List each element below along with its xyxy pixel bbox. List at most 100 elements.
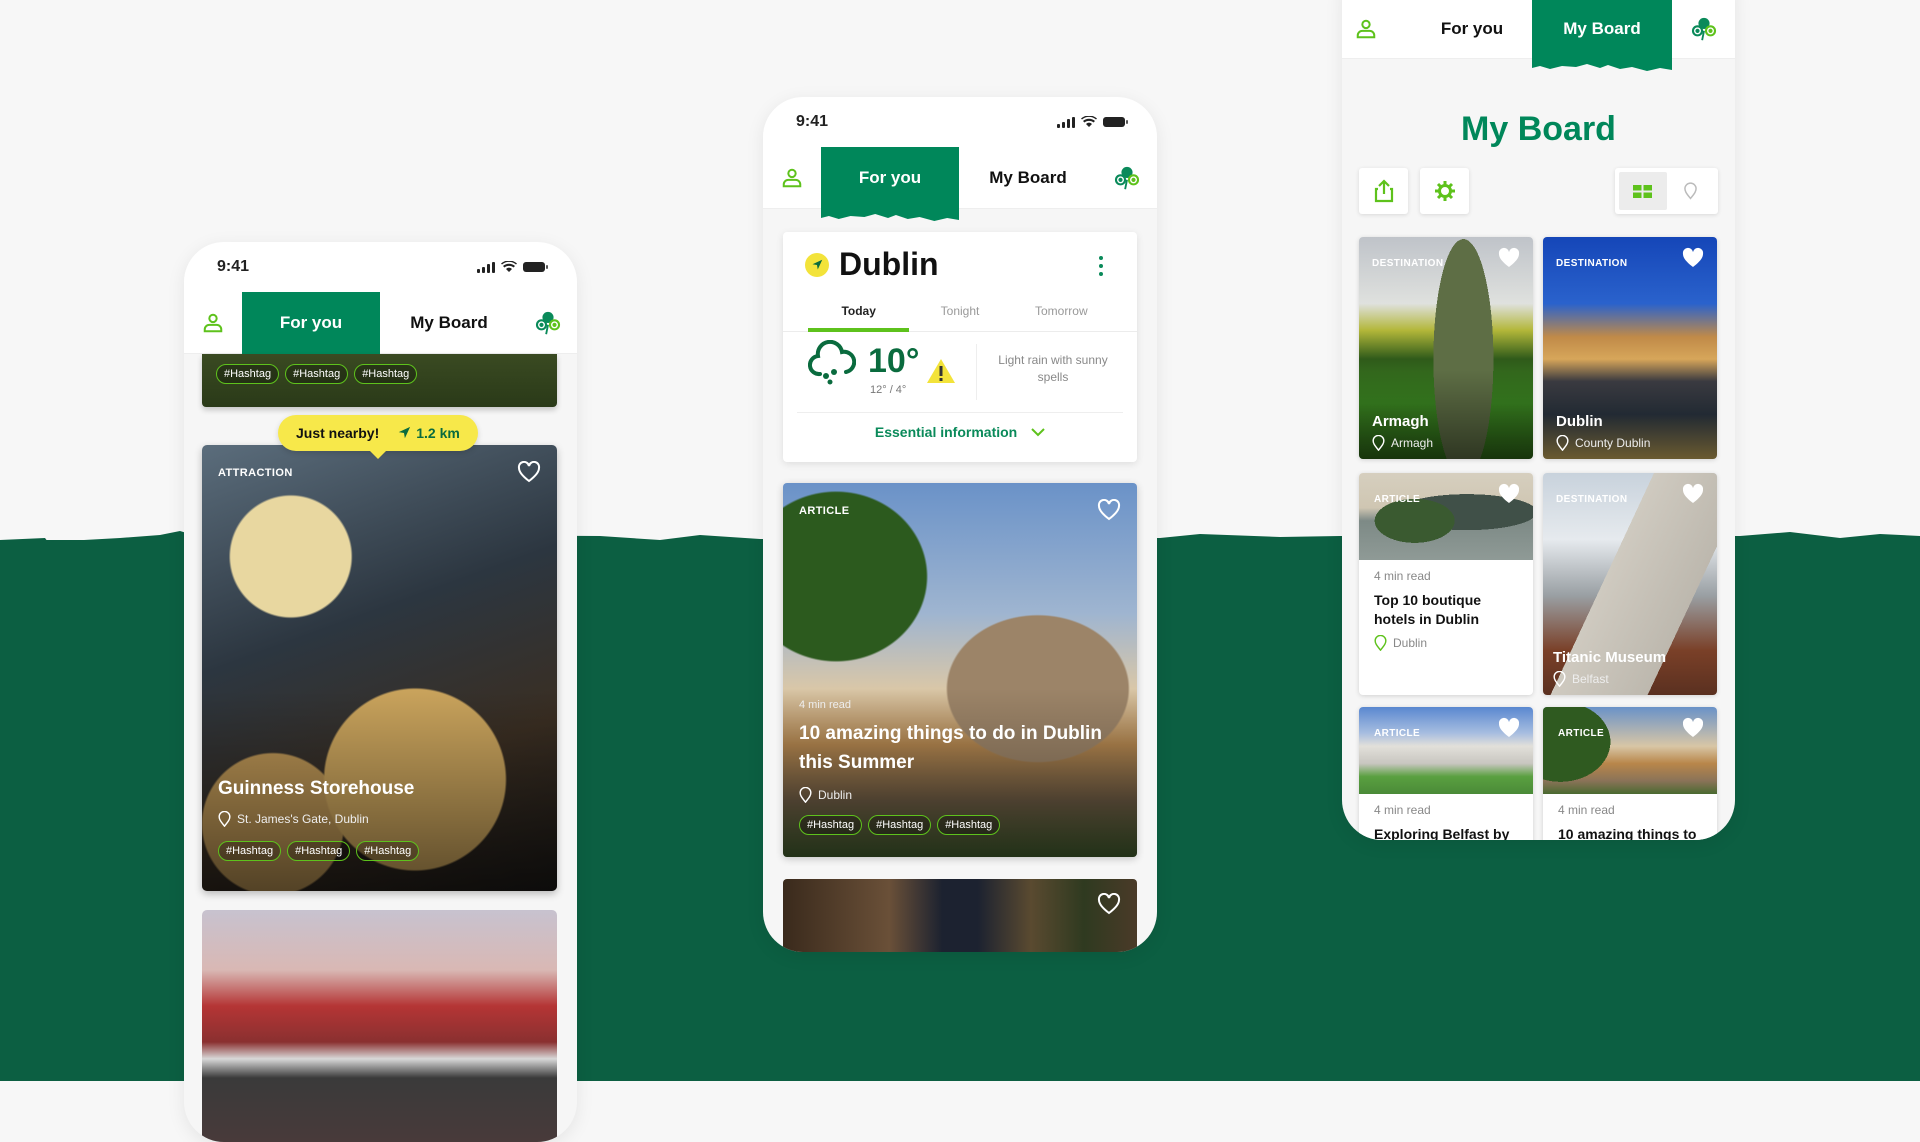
profile-button[interactable] bbox=[184, 312, 242, 334]
next-card-bridge-image[interactable] bbox=[202, 910, 557, 1142]
shamrock-icon bbox=[535, 310, 561, 336]
shamrock-icon bbox=[1114, 165, 1140, 191]
card-location: County Dublin bbox=[1575, 436, 1651, 450]
weather-tab-tomorrow[interactable]: Tomorrow bbox=[1011, 296, 1112, 331]
article-card[interactable]: ARTICLE 4 min read 10 amazing things to … bbox=[783, 483, 1137, 857]
card-location: Belfast bbox=[1572, 672, 1609, 686]
essential-information-toggle[interactable]: Essential information bbox=[783, 424, 1137, 440]
warning-icon[interactable] bbox=[926, 358, 956, 384]
attraction-card[interactable]: ATTRACTION Guinness Storehouse St. James… bbox=[202, 445, 557, 891]
share-button[interactable] bbox=[1359, 168, 1408, 214]
status-bar: 9:41 bbox=[184, 242, 577, 292]
heart-filled-icon[interactable] bbox=[1681, 717, 1705, 739]
board-card[interactable]: DESTINATION Titanic Museum Belfast bbox=[1543, 473, 1717, 695]
heart-filled-icon[interactable] bbox=[1497, 717, 1521, 739]
nearby-distance: 1.2 km bbox=[416, 425, 460, 441]
card-title: 10 amazing things to bbox=[1558, 826, 1697, 840]
shamrock-button[interactable] bbox=[1097, 165, 1157, 191]
tab-my-board[interactable]: My Board bbox=[959, 147, 1097, 208]
card-category: DESTINATION bbox=[1556, 258, 1628, 269]
location-pin-icon bbox=[218, 811, 231, 827]
status-bar: 9:41 bbox=[763, 97, 1157, 147]
card-read-time: 4 min read bbox=[1374, 569, 1431, 583]
heart-filled-icon[interactable] bbox=[1497, 247, 1521, 269]
next-card-forest-image[interactable] bbox=[783, 879, 1137, 952]
wifi-icon bbox=[501, 261, 517, 272]
tab-my-board[interactable]: My Board bbox=[1532, 0, 1672, 58]
settings-button[interactable] bbox=[1420, 168, 1469, 214]
board-card[interactable]: DESTINATION Armagh Armagh bbox=[1359, 237, 1533, 459]
location-pin-icon bbox=[1372, 435, 1385, 451]
card-category: ARTICLE bbox=[1558, 728, 1605, 739]
hashtag-chip[interactable]: #Hashtag bbox=[287, 841, 351, 861]
profile-button[interactable] bbox=[763, 167, 821, 189]
previous-card-peek[interactable]: #Hashtag #Hashtag #Hashtag bbox=[202, 354, 557, 407]
location-pin-icon bbox=[799, 787, 812, 803]
tab-for-you[interactable]: For you bbox=[821, 147, 959, 208]
view-toggle bbox=[1615, 168, 1718, 214]
temperature-range: 12° / 4° bbox=[870, 384, 907, 396]
hashtag-chip[interactable]: #Hashtag bbox=[799, 815, 863, 835]
shamrock-button[interactable] bbox=[518, 310, 577, 336]
card-category: DESTINATION bbox=[1556, 494, 1628, 505]
torn-edge bbox=[1532, 56, 1672, 72]
card-location: Dublin bbox=[1393, 636, 1428, 650]
board-card[interactable]: ARTICLE 4 min read Exploring Belfast by bbox=[1359, 707, 1533, 840]
tab-my-board[interactable]: My Board bbox=[380, 292, 518, 353]
tab-for-you[interactable]: For you bbox=[1412, 0, 1532, 58]
rain-cloud-icon bbox=[808, 339, 857, 385]
wifi-icon bbox=[1081, 116, 1097, 127]
share-icon bbox=[1374, 179, 1393, 203]
map-view-button[interactable] bbox=[1667, 172, 1715, 210]
battery-icon bbox=[1103, 117, 1128, 127]
location-pin-icon bbox=[1374, 635, 1387, 651]
tab-for-you[interactable]: For you bbox=[242, 292, 380, 353]
heart-outline-icon[interactable] bbox=[1097, 499, 1121, 521]
nearby-label: Just nearby! bbox=[296, 425, 380, 441]
heart-filled-icon[interactable] bbox=[1497, 483, 1521, 505]
heart-outline-icon[interactable] bbox=[1097, 893, 1121, 915]
status-time: 9:41 bbox=[217, 258, 250, 275]
weather-tab-today[interactable]: Today bbox=[808, 296, 910, 332]
signal-icon bbox=[477, 261, 495, 273]
shamrock-button[interactable] bbox=[1672, 16, 1735, 42]
heart-filled-icon[interactable] bbox=[1681, 247, 1705, 269]
more-options-icon[interactable] bbox=[1099, 256, 1103, 276]
hashtag-chip[interactable]: #Hashtag bbox=[356, 841, 420, 861]
phone-for-you-nearby: 9:41 For you My Board #Hashtag #Hashtag #H… bbox=[184, 242, 577, 1142]
hashtag-chip[interactable]: #Hashtag bbox=[216, 364, 280, 384]
battery-icon bbox=[523, 262, 548, 272]
hashtag-chip[interactable]: #Hashtag bbox=[937, 815, 1001, 835]
weather-tab-tonight[interactable]: Tonight bbox=[909, 296, 1010, 331]
hashtag-chip[interactable]: #Hashtag bbox=[218, 841, 282, 861]
hashtag-chip[interactable]: #Hashtag bbox=[285, 364, 349, 384]
card-read-time: 4 min read bbox=[1374, 803, 1431, 817]
heart-outline-icon[interactable] bbox=[517, 461, 541, 483]
board-card[interactable]: DESTINATION Dublin County Dublin bbox=[1543, 237, 1717, 459]
card-title: Dublin bbox=[1556, 413, 1603, 430]
card-category: ARTICLE bbox=[1374, 494, 1421, 505]
weather-tabs: Today Tonight Tomorrow bbox=[783, 296, 1137, 332]
card-category: ARTICLE bbox=[1374, 728, 1421, 739]
heart-filled-icon[interactable] bbox=[1681, 483, 1705, 505]
card-read-time: 4 min read bbox=[1558, 803, 1615, 817]
board-card[interactable]: ARTICLE 4 min read Top 10 boutique hotel… bbox=[1359, 473, 1533, 695]
signal-icon bbox=[1057, 116, 1075, 128]
weather-description: Light rain with sunny spells bbox=[998, 353, 1108, 384]
board-card[interactable]: ARTICLE 4 min read 10 amazing things to bbox=[1543, 707, 1717, 840]
shamrock-icon bbox=[1691, 16, 1717, 42]
card-category: DESTINATION bbox=[1372, 258, 1444, 269]
card-title: 10 amazing things to do in Dublin this S… bbox=[799, 723, 1102, 773]
user-icon bbox=[1355, 18, 1377, 40]
chevron-down-icon bbox=[1031, 428, 1045, 437]
grid-view-button[interactable] bbox=[1619, 172, 1667, 210]
location-pin-icon bbox=[1684, 182, 1697, 200]
phone-for-you-weather: 9:41 For you My Board Dublin Today Tonig… bbox=[763, 97, 1157, 952]
profile-button[interactable] bbox=[1342, 18, 1390, 40]
weather-city: Dublin bbox=[839, 246, 939, 282]
top-nav: For you My Board bbox=[763, 147, 1157, 209]
grid-icon bbox=[1633, 184, 1653, 198]
card-title: Guinness Storehouse bbox=[218, 778, 415, 799]
hashtag-chip[interactable]: #Hashtag bbox=[868, 815, 932, 835]
hashtag-chip[interactable]: #Hashtag bbox=[354, 364, 418, 384]
